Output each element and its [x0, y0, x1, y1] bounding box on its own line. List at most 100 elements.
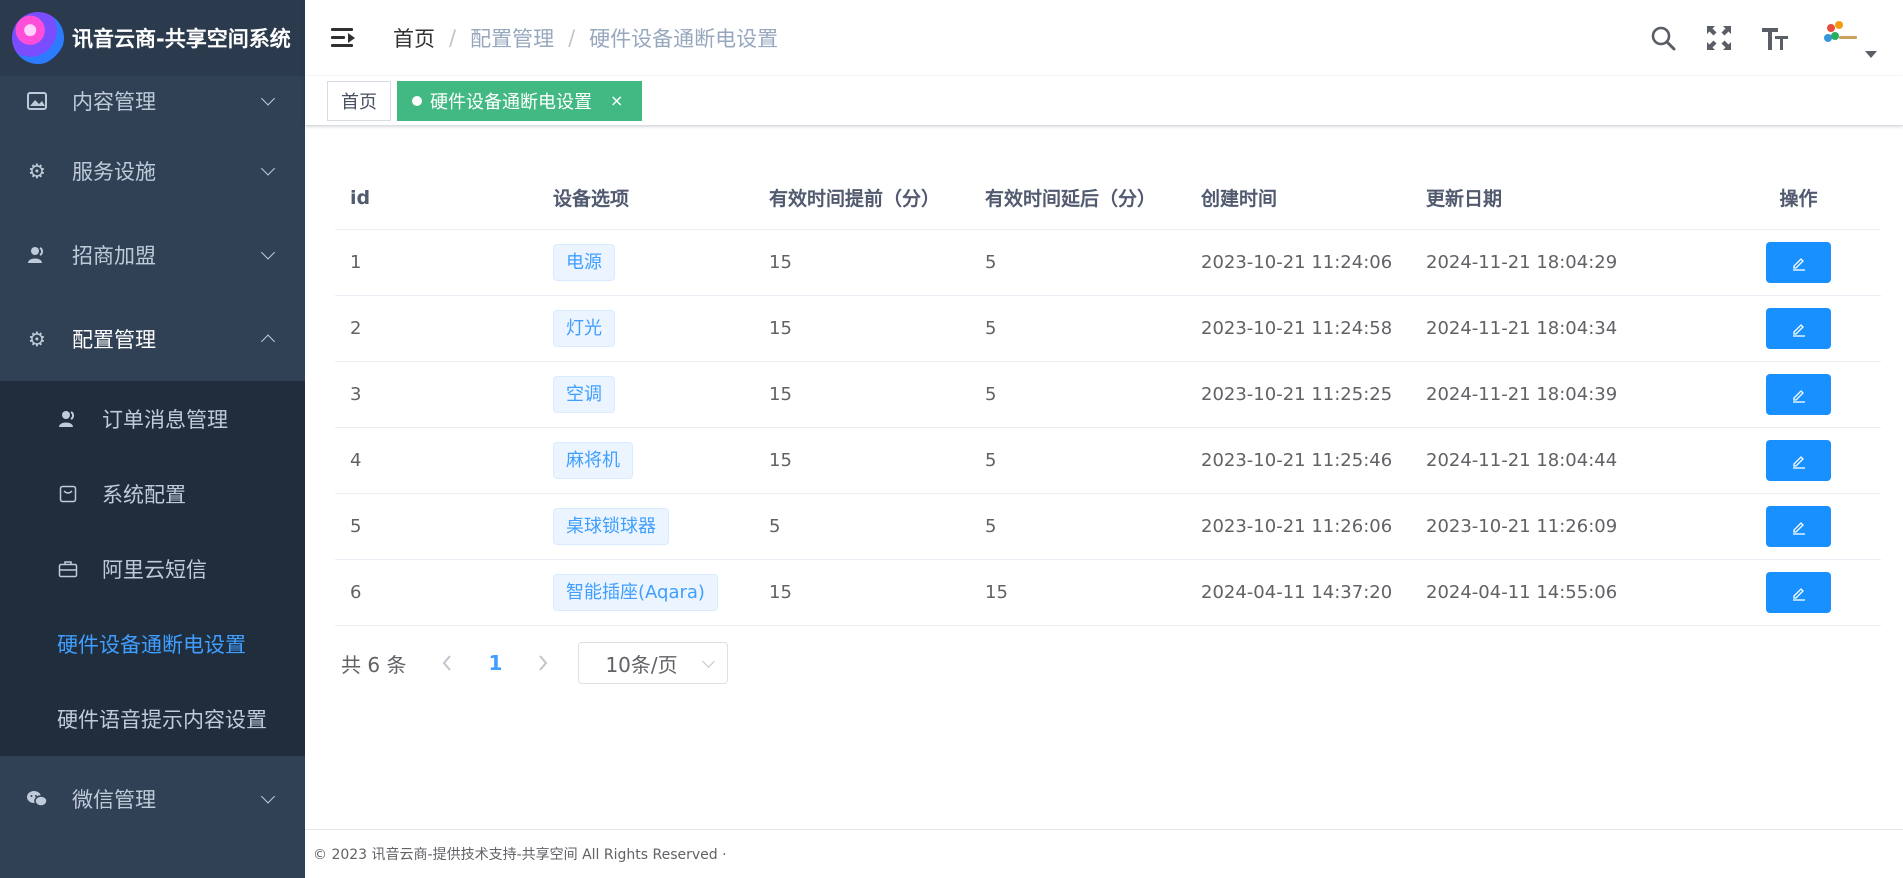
device-tag: 桌球锁球器: [553, 508, 669, 545]
sidebar-item-franchise[interactable]: 招商加盟: [0, 213, 305, 297]
data-table: id 设备选项 有效时间提前（分） 有效时间延后（分） 创建时间 更新日期 操作…: [335, 166, 1881, 626]
chevron-down-icon: [260, 245, 276, 260]
column-header: 设备选项: [553, 188, 630, 210]
sidebar-item-content[interactable]: 内容管理: [0, 73, 305, 129]
cell-updated: 2024-11-21 18:04:44: [1426, 450, 1618, 471]
edit-button[interactable]: [1766, 506, 1831, 547]
logo-icon: [12, 12, 64, 64]
table-row: 6 智能插座(Aqara) 15 15 2024-04-11 14:37:20 2024-…: [335, 560, 1881, 626]
edit-button[interactable]: [1766, 374, 1831, 415]
cell-device: 麻将机: [553, 442, 769, 479]
hamburger-menu-icon[interactable]: [329, 24, 357, 52]
cell-updated: 2024-11-21 18:04:34: [1426, 318, 1618, 339]
edit-button[interactable]: [1766, 308, 1831, 349]
sidebar-item-label: 微信管理: [72, 788, 156, 812]
pagination-total: 共 6 条: [341, 652, 407, 677]
page-number[interactable]: 1: [462, 651, 528, 675]
cell-created: 2023-10-21 11:26:06: [1201, 516, 1393, 537]
cell-created: 2023-10-21 11:24:06: [1201, 252, 1393, 273]
device-tag: 空调: [553, 376, 615, 413]
device-tag: 灯光: [553, 310, 615, 347]
avatar-dropdown[interactable]: [1803, 0, 1903, 76]
avatar: [1821, 18, 1861, 58]
edit-icon: [1791, 387, 1807, 403]
cell-actions: [1716, 308, 1881, 349]
sidebar-item-hardware-voice[interactable]: 硬件语音提示内容设置: [0, 681, 305, 756]
sidebar-item-order-messages[interactable]: 订单消息管理: [0, 381, 305, 456]
table-row: 1 电源 15 5 2023-10-21 11:24:06 2024-11-21 18:0…: [335, 230, 1881, 296]
edit-button[interactable]: [1766, 242, 1831, 283]
cell-before: 15: [769, 450, 792, 471]
edit-icon: [1791, 453, 1807, 469]
sidebar-item-system-config[interactable]: 系统配置: [0, 456, 305, 531]
search-icon[interactable]: [1635, 0, 1691, 76]
cell-id: 1: [350, 252, 362, 273]
table-row: 5 桌球锁球器 5 5 2023-10-21 11:26:06 2023-10-21 11…: [335, 494, 1881, 560]
user-icon: [57, 408, 79, 430]
sidebar-item-hardware-power[interactable]: 硬件设备通断电设置: [0, 606, 305, 681]
sidebar-item-services[interactable]: ⚙ 服务设施: [0, 129, 305, 213]
tag-hardware-power[interactable]: 硬件设备通断电设置 ×: [397, 80, 643, 121]
sidebar-item-aliyun-sms[interactable]: 阿里云短信: [0, 531, 305, 606]
cell-device: 空调: [553, 376, 769, 413]
tags-view: 首页 硬件设备通断电设置 ×: [305, 76, 1903, 126]
next-page-icon[interactable]: [528, 655, 558, 671]
column-header: 更新日期: [1426, 188, 1503, 210]
sidebar-item-label: 内容管理: [72, 90, 156, 114]
prev-page-icon[interactable]: [432, 655, 462, 671]
chevron-down-icon: [260, 789, 276, 804]
column-header: 有效时间延后（分）: [985, 188, 1157, 210]
footer-text: © 2023 讯音云商-提供技术支持-共享空间 All Rights Reser…: [313, 847, 727, 863]
cell-actions: [1716, 440, 1881, 481]
chevron-down-icon: [260, 161, 276, 176]
breadcrumb-home[interactable]: 首页: [393, 23, 435, 53]
edit-button[interactable]: [1766, 440, 1831, 481]
breadcrumb-separator: /: [449, 26, 457, 50]
box-icon: [57, 483, 79, 505]
image-icon: [26, 90, 48, 112]
cell-actions: [1716, 374, 1881, 415]
gear-icon: ⚙: [28, 159, 46, 183]
edit-button[interactable]: [1766, 572, 1831, 613]
cell-before: 15: [769, 384, 792, 405]
sidebar-item-label: 订单消息管理: [102, 407, 228, 432]
column-header: 操作: [1779, 188, 1818, 210]
cell-device: 灯光: [553, 310, 769, 347]
briefcase-icon: [57, 558, 79, 580]
tag-home[interactable]: 首页: [327, 80, 391, 121]
cell-before: 5: [769, 516, 781, 537]
navbar: 首页 / 配置管理 / 硬件设备通断电设置: [305, 0, 1903, 76]
tag-label: 首页: [341, 91, 377, 113]
chevron-down-icon: [702, 655, 716, 668]
cell-device: 桌球锁球器: [553, 508, 769, 545]
column-header: id: [350, 186, 371, 209]
footer: © 2023 讯音云商-提供技术支持-共享空间 All Rights Reser…: [305, 829, 1903, 878]
cell-id: 2: [350, 318, 362, 339]
sidebar-item-label: 招商加盟: [72, 244, 156, 268]
logo[interactable]: 讯音云商-共享空间系统: [0, 0, 305, 76]
breadcrumb-current: 硬件设备通断电设置: [589, 27, 779, 51]
edit-icon: [1791, 321, 1807, 337]
font-size-icon[interactable]: [1747, 0, 1803, 76]
app-title: 讯音云商-共享空间系统: [72, 27, 291, 51]
sidebar-item-label: 阿里云短信: [102, 557, 207, 582]
edit-icon: [1791, 585, 1807, 601]
table-row: 3 空调 15 5 2023-10-21 11:25:25 2024-11-21 18:0…: [335, 362, 1881, 428]
user-icon: [26, 244, 48, 266]
wechat-icon: [26, 788, 48, 810]
cell-after: 5: [985, 318, 997, 339]
cell-created: 2023-10-21 11:25:25: [1201, 384, 1393, 405]
cell-before: 15: [769, 318, 792, 339]
header-right: [1635, 0, 1903, 76]
edit-icon: [1791, 519, 1807, 535]
close-icon[interactable]: ×: [610, 91, 623, 110]
page-size-select[interactable]: 10条/页: [578, 642, 729, 684]
cell-id: 5: [350, 516, 362, 537]
sidebar-item-config[interactable]: ⚙ 配置管理: [0, 297, 305, 381]
fullscreen-icon[interactable]: [1691, 0, 1747, 76]
column-header: 有效时间提前（分）: [769, 188, 941, 210]
table-row: 2 灯光 15 5 2023-10-21 11:24:58 2024-11-21 18:0…: [335, 296, 1881, 362]
cell-updated: 2024-11-21 18:04:29: [1426, 252, 1618, 273]
sidebar-item-wechat[interactable]: 微信管理: [0, 756, 305, 842]
pagination: 共 6 条 1 10条/页: [341, 642, 729, 684]
